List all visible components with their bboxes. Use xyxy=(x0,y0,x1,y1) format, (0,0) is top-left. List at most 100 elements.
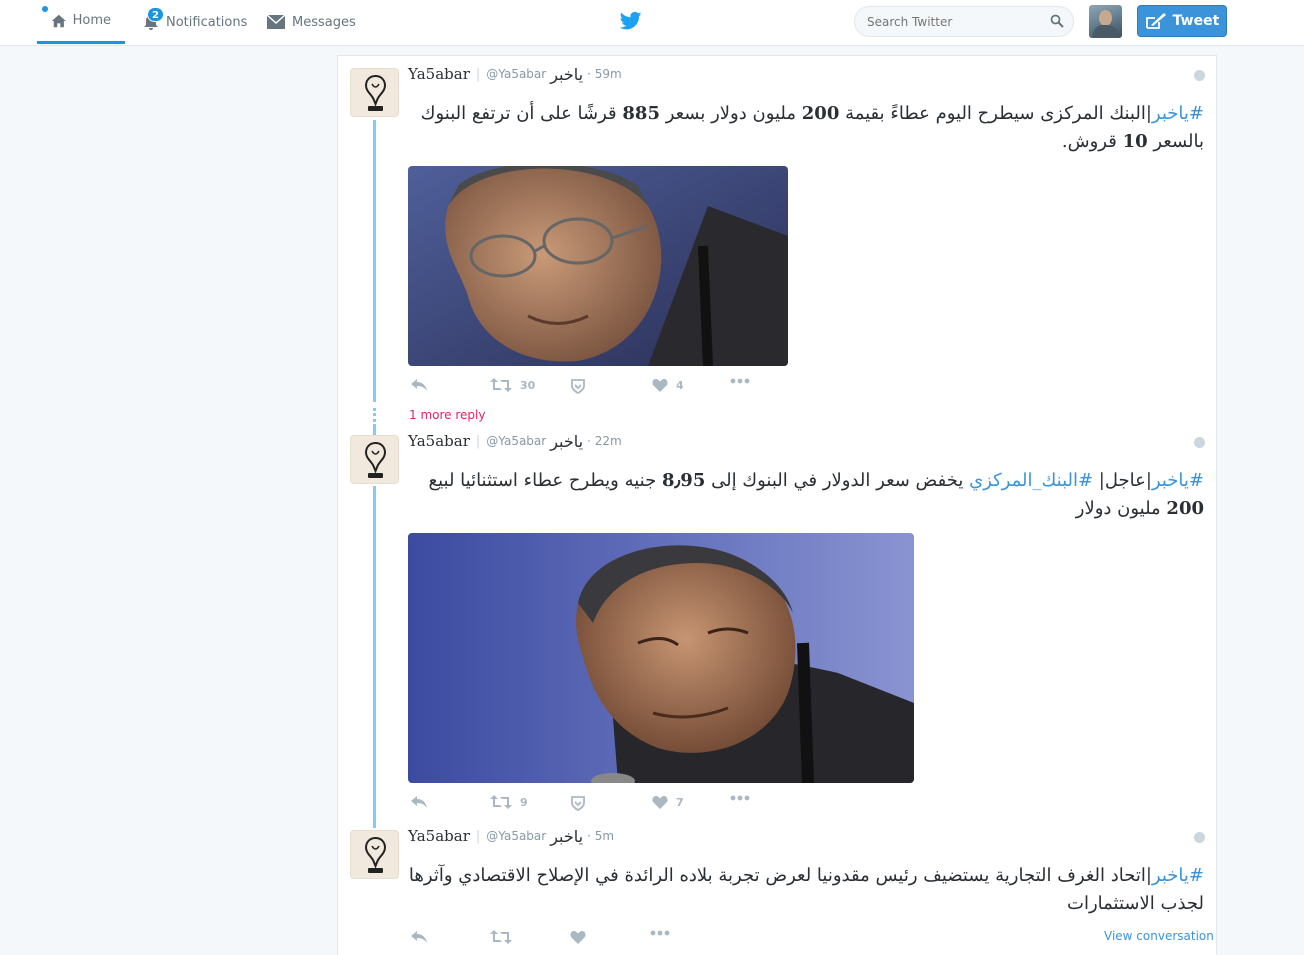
nav-notifications[interactable]: Notifications xyxy=(128,0,261,44)
header-separator: | xyxy=(475,433,481,449)
tweet-author-avatar[interactable] xyxy=(350,830,399,879)
hashtag-link[interactable]: #ياخبر xyxy=(1152,470,1204,491)
like-action[interactable] xyxy=(570,930,586,944)
tweet-photo[interactable] xyxy=(408,166,788,366)
tweet-text-part: |البنك المركزى سيطرح اليوم عطاءً بقيمة xyxy=(839,103,1152,124)
tweet-timestamp[interactable]: · 22m xyxy=(587,434,622,448)
like-action[interactable]: 4 xyxy=(652,378,684,392)
header-separator: | xyxy=(475,66,481,82)
globe-icon xyxy=(1194,70,1205,81)
tweet-text: #ياخبر|اتحاد الغرف التجارية يستضيف رئيس … xyxy=(408,862,1204,918)
tweet-text: #ياخبر|البنك المركزى سيطرح اليوم عطاءً ب… xyxy=(408,100,1204,156)
tweet-author-avatar[interactable] xyxy=(350,435,399,484)
tweet-text: #ياخبر|عاجل| #البنك_المركزي يخفض سعر الد… xyxy=(408,467,1205,523)
compose-tweet-label: Tweet xyxy=(1172,13,1220,29)
nav-home[interactable]: Home xyxy=(37,0,125,44)
tweet-time-value: 22m xyxy=(594,434,622,448)
twitter-bird-logo[interactable] xyxy=(620,10,642,32)
author-handle-arabic: ياخبر xyxy=(550,431,584,451)
hashtag-link[interactable]: #ياخبر xyxy=(1152,865,1204,886)
heart-icon xyxy=(652,796,668,809)
retweet-icon xyxy=(490,378,512,392)
tweet-author-avatar[interactable] xyxy=(350,68,399,117)
nav-messages-label: Messages xyxy=(292,14,356,30)
ya5abar-logo xyxy=(364,836,387,873)
tweet-number: 200 xyxy=(1166,498,1204,519)
tweet-time-value: 5m xyxy=(594,829,615,843)
more-action[interactable] xyxy=(730,378,750,384)
more-dots-icon xyxy=(730,378,750,384)
nav-messages[interactable]: Messages xyxy=(252,0,370,44)
tweet-actions xyxy=(410,930,810,948)
tweet-text-part: جنيه ويطرح عطاء استثنائيا لبيع xyxy=(428,470,662,491)
view-conversation-link[interactable]: View conversation xyxy=(1104,929,1214,943)
save-action[interactable] xyxy=(570,795,586,811)
author-name[interactable]: Ya5abar xyxy=(408,432,470,450)
nav-notifications-label: Notifications xyxy=(166,14,248,30)
home-icon xyxy=(51,14,66,27)
reply-action[interactable] xyxy=(410,930,428,944)
tweet-text-part: قروش. xyxy=(1061,131,1123,152)
retweet-count: 9 xyxy=(520,795,528,809)
compose-tweet-button[interactable]: Tweet xyxy=(1137,5,1227,37)
tweet-number: 885 xyxy=(622,103,660,124)
avatar-head xyxy=(1099,10,1112,26)
photo-man-microphone xyxy=(408,533,914,783)
tweet-timestamp[interactable]: · 59m xyxy=(587,67,622,81)
tweet-header: Ya5abar | @Ya5abar ياخبر · 59m xyxy=(408,64,622,84)
author-handle[interactable]: @Ya5abar xyxy=(486,829,546,843)
tweet-text-part: |اتحاد الغرف التجارية يستضيف رئيس مقدوني… xyxy=(408,865,1204,914)
tweet-timestamp[interactable]: · 5m xyxy=(587,829,614,843)
tweet-text-part: مليون دولار xyxy=(1075,498,1167,519)
tweet-number: 10 xyxy=(1122,131,1148,152)
hashtag-link[interactable]: #البنك_المركزي xyxy=(969,470,1093,491)
retweet-action[interactable]: 30 xyxy=(490,378,535,392)
tweet-actions: 9 7 xyxy=(410,795,810,813)
save-action[interactable] xyxy=(570,378,586,394)
like-action[interactable]: 7 xyxy=(652,795,684,809)
tweet-header: Ya5abar | @Ya5abar ياخبر · 22m xyxy=(408,431,622,451)
tweet-time-value: 59m xyxy=(594,67,622,81)
more-action[interactable] xyxy=(730,795,750,801)
reply-icon xyxy=(411,796,427,808)
tweet-number: 200 xyxy=(801,103,840,124)
user-avatar[interactable] xyxy=(1089,5,1122,38)
envelope-icon xyxy=(266,14,286,29)
ya5abar-logo xyxy=(364,441,387,478)
ya5abar-logo xyxy=(364,74,387,111)
search-input[interactable] xyxy=(854,6,1074,37)
retweet-count: 30 xyxy=(520,378,536,392)
author-handle[interactable]: @Ya5abar xyxy=(486,434,546,448)
reply-icon xyxy=(411,931,427,943)
more-action[interactable] xyxy=(650,930,670,936)
nav-home-label: Home xyxy=(72,13,111,28)
globe-icon xyxy=(1194,832,1205,843)
author-name[interactable]: Ya5abar xyxy=(408,65,470,83)
shield-icon xyxy=(571,796,585,811)
reply-action[interactable] xyxy=(410,378,428,392)
thread-gap-dots xyxy=(373,408,376,422)
author-handle[interactable]: @Ya5abar xyxy=(486,67,546,81)
hashtag-link[interactable]: #ياخبر xyxy=(1152,103,1204,124)
like-count: 7 xyxy=(676,795,684,809)
thread-connector-line xyxy=(373,120,376,402)
quill-icon xyxy=(1145,13,1166,29)
shield-icon xyxy=(571,379,585,394)
tweet-header: Ya5abar | @Ya5abar ياخبر · 5m xyxy=(408,826,614,846)
more-replies-link[interactable]: 1 more reply xyxy=(409,408,485,422)
more-dots-icon xyxy=(650,930,670,936)
retweet-action[interactable] xyxy=(490,930,512,944)
author-name[interactable]: Ya5abar xyxy=(408,827,470,845)
globe-icon xyxy=(1194,437,1205,448)
retweet-action[interactable]: 9 xyxy=(490,795,528,809)
thread-connector-line xyxy=(373,486,376,828)
retweet-icon xyxy=(490,930,512,944)
reply-icon xyxy=(411,379,427,391)
search-icon[interactable] xyxy=(1050,14,1064,28)
photo-man-glasses xyxy=(408,166,788,366)
more-dots-icon xyxy=(730,795,750,801)
tweet-photo[interactable] xyxy=(408,533,914,783)
reply-action[interactable] xyxy=(410,795,428,809)
header-separator: | xyxy=(475,828,481,844)
tweet-text-part: يخفض سعر الدولار في البنوك إلى xyxy=(705,470,970,491)
